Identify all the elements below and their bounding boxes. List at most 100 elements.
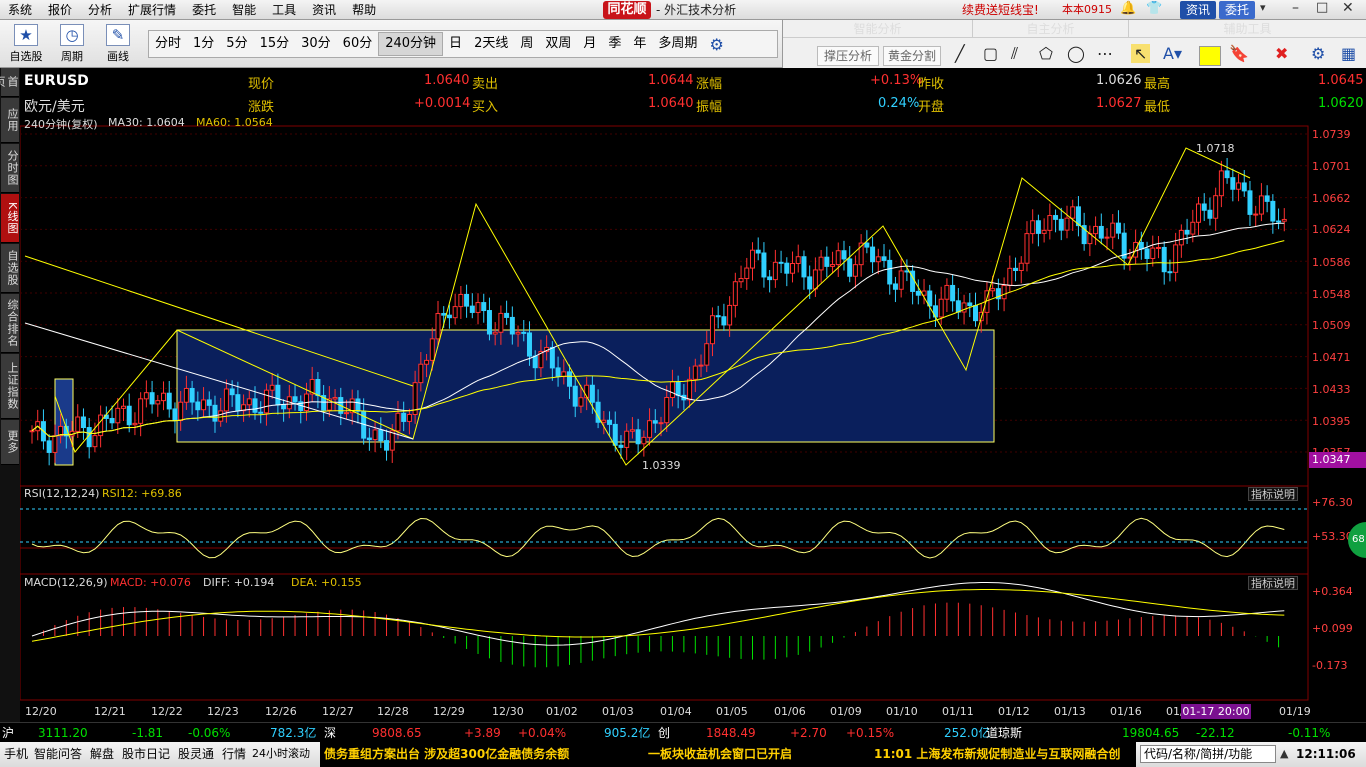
macd-help-button[interactable]: 指标说明: [1248, 576, 1298, 590]
search-dropdown-icon[interactable]: ▲: [1280, 745, 1288, 763]
side-tab-0[interactable]: 首页: [0, 68, 19, 97]
news-button[interactable]: 资讯: [1180, 1, 1216, 19]
date-tick-1: 12/21: [94, 705, 126, 718]
menu-system[interactable]: 系统: [0, 0, 40, 20]
period-12[interactable]: 季: [602, 31, 627, 57]
draw-button[interactable]: ✎ 画线: [98, 24, 138, 64]
minimize-icon[interactable]: –: [1292, 0, 1299, 16]
period-10[interactable]: 双周: [539, 31, 577, 57]
range-label: 涨幅: [696, 77, 723, 92]
chart-area[interactable]: [20, 68, 1366, 722]
tab-self-analysis[interactable]: 自主分析: [973, 20, 1129, 38]
period-7[interactable]: 日: [443, 31, 468, 57]
stock-diary-link[interactable]: 股市日记: [122, 745, 170, 763]
close-icon[interactable]: ✕: [1342, 0, 1354, 16]
parallel-tool-icon[interactable]: ⫽: [1011, 44, 1018, 64]
candle-body: [864, 242, 870, 248]
menu-extended[interactable]: 扩展行情: [120, 0, 184, 20]
period-4[interactable]: 30分: [295, 31, 337, 57]
date-tick-18: 01/13: [1054, 705, 1086, 718]
shirt-icon[interactable]: 👕: [1146, 1, 1162, 16]
period-6[interactable]: 240分钟: [378, 32, 444, 56]
rsi-axis-top: +76.30: [1312, 496, 1353, 509]
menu-help[interactable]: 帮助: [344, 0, 384, 20]
quote-link[interactable]: 行情: [222, 745, 246, 763]
menu-tools[interactable]: 工具: [264, 0, 304, 20]
candle-body: [1018, 262, 1024, 271]
trade-button[interactable]: 委托: [1219, 1, 1255, 19]
candle-body: [1213, 195, 1219, 219]
text-tool-icon[interactable]: A▾: [1163, 44, 1182, 63]
side-tab-3[interactable]: K线图: [1, 194, 19, 243]
rolling-news-link[interactable]: 24小时滚动: [252, 745, 310, 763]
line-tool-icon[interactable]: ╱: [955, 44, 965, 63]
date-tick-17: 01/12: [998, 705, 1030, 718]
menu-news[interactable]: 资讯: [304, 0, 344, 20]
self-select-button[interactable]: ★ 自选股: [6, 24, 46, 64]
settings-icon[interactable]: ⚙: [1311, 44, 1325, 63]
sz-index[interactable]: 9808.65: [372, 723, 422, 743]
change-label: 涨跌: [248, 100, 275, 115]
period-13[interactable]: 年: [627, 31, 652, 57]
more-tools-icon[interactable]: ⋯: [1097, 44, 1113, 63]
news-ticker-1[interactable]: 债务重组方案出台 涉及超300亿金融债务余额: [320, 742, 636, 767]
period-1[interactable]: 1分: [187, 31, 220, 57]
side-tab-1[interactable]: 应用: [1, 98, 19, 143]
color-picker[interactable]: [1199, 46, 1221, 66]
dea-line: [31, 589, 1285, 642]
news-ticker-3[interactable]: 11:01 上海发布新规促制造业与互联网融合创: [868, 742, 1136, 767]
tab-aux-tools[interactable]: 辅助工具: [1129, 20, 1366, 38]
side-tab-7[interactable]: 更多: [1, 420, 19, 465]
period-11[interactable]: 月: [577, 31, 602, 57]
candle-body: [229, 388, 235, 396]
news-ticker-2[interactable]: 一板块收益机会窗口已开启: [636, 742, 868, 767]
period-2[interactable]: 5分: [220, 31, 253, 57]
golden-section-button[interactable]: 黄金分割: [883, 46, 941, 66]
side-tab-5[interactable]: 综合排名: [1, 294, 19, 353]
market-review-link[interactable]: 解盘: [90, 745, 114, 763]
delete-icon[interactable]: ✖: [1275, 44, 1288, 63]
symbol-name: 欧元/美元: [24, 99, 85, 115]
panel-toggle-icon[interactable]: ▦: [1341, 44, 1356, 63]
tab-smart-analysis[interactable]: 智能分析: [783, 20, 973, 38]
search-input[interactable]: 代码/名称/简拼/功能: [1140, 745, 1276, 763]
menu-trade[interactable]: 委托: [184, 0, 224, 20]
period-0[interactable]: 分时: [149, 31, 187, 57]
stock-assistant-link[interactable]: 股灵通: [178, 745, 214, 763]
bookmark-icon[interactable]: 🔖: [1229, 44, 1249, 63]
candle-body: [406, 414, 412, 422]
side-tab-6[interactable]: 上证指数: [1, 354, 19, 419]
period-8[interactable]: 2天线: [468, 31, 514, 57]
period-9[interactable]: 周: [514, 31, 539, 57]
pressure-analysis-button[interactable]: 撑压分析: [817, 46, 879, 66]
sh-index[interactable]: 3111.20: [38, 723, 88, 743]
mobile-link[interactable]: 手机: [4, 745, 28, 763]
star-icon: ★: [14, 24, 38, 46]
candle-body: [812, 269, 818, 290]
smart-qa-link[interactable]: 智能问答: [34, 745, 82, 763]
period-settings-icon[interactable]: ⚙: [709, 35, 723, 54]
rsi-help-button[interactable]: 指标说明: [1248, 487, 1298, 501]
side-tab-2[interactable]: 分时图: [1, 144, 19, 193]
maximize-icon[interactable]: □: [1316, 0, 1328, 15]
bell-icon[interactable]: 🔔: [1120, 1, 1136, 16]
date-tick-2: 12/22: [151, 705, 183, 718]
menu-analysis[interactable]: 分析: [80, 0, 120, 20]
period-14[interactable]: 多周期: [652, 31, 703, 57]
polygon-tool-icon[interactable]: ⬠: [1039, 44, 1053, 63]
menu-quote[interactable]: 报价: [40, 0, 80, 20]
period-3[interactable]: 15分: [254, 31, 296, 57]
menu-smart[interactable]: 智能: [224, 0, 264, 20]
cursor-tool-icon[interactable]: ↖: [1131, 44, 1151, 63]
price-tick-4: 1.0586: [1312, 256, 1351, 269]
ellipse-tool-icon[interactable]: ◯: [1067, 44, 1085, 63]
cy-index[interactable]: 1848.49: [706, 723, 756, 743]
promo-link[interactable]: 续费送短线宝!: [962, 0, 1039, 20]
period-button[interactable]: ◷ 周期: [52, 24, 92, 64]
dj-index[interactable]: 19804.65: [1122, 723, 1179, 743]
rect-tool-icon[interactable]: ▢: [983, 44, 998, 63]
side-tab-4[interactable]: 自选股: [1, 244, 19, 293]
period-5[interactable]: 60分: [337, 31, 379, 57]
dropdown-icon[interactable]: ▾: [1260, 1, 1266, 14]
candle-body: [830, 264, 836, 267]
